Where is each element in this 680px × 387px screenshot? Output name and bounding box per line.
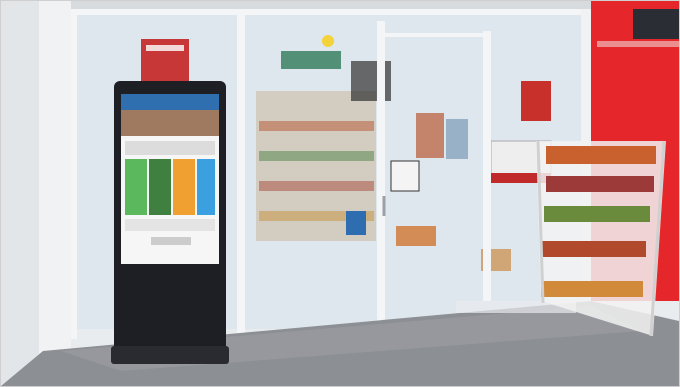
left-pillar [39,1,71,356]
screen-tile-darkgreen [149,159,171,215]
balloon [322,35,334,47]
screen-logo [151,237,191,245]
photo-frame [0,0,680,387]
mullion [237,9,245,334]
rack-shelf-4 [542,241,646,257]
kiosk-base [111,346,229,364]
right-window [633,9,679,39]
shelf-row [259,181,374,191]
rack-shelf-2 [546,176,654,192]
rack-shelf-5 [541,281,643,297]
red-panel-highlight [597,41,679,47]
screen-header [121,94,219,110]
door-sticker [390,160,420,192]
poster [446,119,468,159]
rack-shelf-1 [546,146,656,164]
screen-footer [125,219,215,231]
scene [1,1,679,386]
left-wall [1,1,43,386]
info-kiosk [111,81,229,364]
screen-icons-row [125,141,215,155]
shelf-row [259,121,374,131]
door-sticker-blue [346,211,366,235]
screen-tile-blue [197,159,215,215]
hanging-sign-green [281,51,341,69]
screen-tile-green [125,159,147,215]
wall-sign-red-stripe [146,45,184,51]
screen-banner-image [121,110,219,136]
transom [71,9,591,15]
door-frame [483,31,491,301]
door-frame [377,21,385,326]
door-header [385,33,485,37]
rack-shelf-3 [544,206,650,222]
screen-tile-orange [173,159,195,215]
poster [416,113,444,158]
wall-sign-red-small [521,81,551,121]
interior-display [396,226,436,246]
mullion [71,9,77,339]
shelf-row [259,151,374,161]
